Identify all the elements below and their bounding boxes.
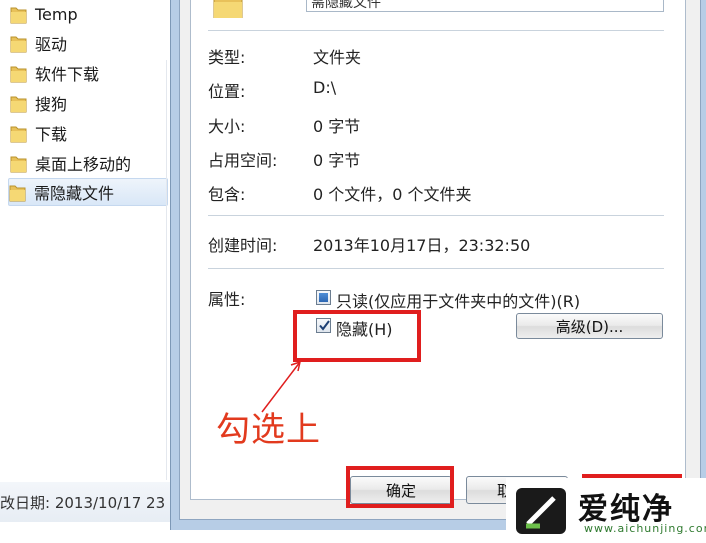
advanced-button[interactable]: 高级(D)... — [516, 313, 663, 339]
pane-divider — [166, 60, 167, 480]
location-label: 位置: — [208, 82, 246, 101]
size-label: 大小: — [208, 117, 246, 136]
size-value: 0 字节 — [313, 117, 361, 136]
brand-url: www.aichunjing.com — [584, 522, 706, 535]
folder-icon — [10, 66, 27, 82]
folder-large-icon — [213, 0, 243, 18]
folder-icon — [10, 126, 27, 142]
watermark: 爱纯净 www.aichunjing.com — [506, 478, 706, 543]
folder-icon — [10, 156, 27, 172]
folder-label: 软件下载 — [35, 65, 100, 84]
attributes-label: 属性: — [208, 290, 246, 309]
brand-logo-icon — [516, 488, 566, 534]
folder-label: 下载 — [35, 125, 68, 144]
readonly-label: 只读(仅应用于文件夹中的文件)(R) — [336, 292, 581, 311]
readonly-checkbox[interactable] — [316, 290, 331, 305]
type-value: 文件夹 — [313, 48, 362, 67]
type-label: 类型: — [208, 48, 246, 67]
folder-label: 搜狗 — [35, 95, 68, 114]
folder-label: 桌面上移动的 — [35, 155, 132, 174]
folder-label: 需隐藏文件 — [34, 184, 115, 203]
folder-icon — [10, 96, 27, 112]
folder-item-desktop-moved[interactable]: 桌面上移动的 — [10, 149, 168, 177]
explorer-nav-pane: Temp 驱动 软件下载 搜狗 下载 桌面上移动的 需隐藏文件 — [0, 0, 175, 543]
folder-icon — [10, 7, 27, 23]
ok-highlight-box — [346, 466, 454, 508]
folder-item-drivers[interactable]: 驱动 — [10, 29, 168, 57]
contains-label: 包含: — [208, 185, 246, 204]
location-value: D:\ — [313, 78, 337, 97]
folder-item-sogou[interactable]: 搜狗 — [10, 89, 168, 117]
details-status-bar: 改日期: 2013/10/17 23 — [0, 482, 180, 522]
hidden-highlight-box — [293, 310, 421, 362]
size-on-disk-value: 0 字节 — [313, 151, 361, 170]
folder-item-downloads[interactable]: 下载 — [10, 119, 168, 147]
modified-date-text: 改日期: 2013/10/17 23 — [0, 493, 166, 512]
size-on-disk-label: 占用空间: — [208, 151, 278, 170]
created-value: 2013年10月17日，23:32:50 — [313, 236, 531, 255]
folder-item-software-downloads[interactable]: 软件下载 — [10, 59, 168, 87]
folder-label: Temp — [35, 4, 78, 24]
folder-item-hidden-files[interactable]: 需隐藏文件 — [8, 178, 168, 206]
folder-label: 驱动 — [35, 35, 68, 54]
annotation-text: 勾选上 — [216, 410, 321, 450]
separator — [208, 215, 664, 216]
contains-value: 0 个文件，0 个文件夹 — [313, 185, 472, 204]
folder-item-temp[interactable]: Temp — [10, 0, 168, 28]
folder-icon — [9, 185, 26, 201]
separator — [208, 30, 664, 31]
folder-icon — [10, 36, 27, 52]
created-label: 创建时间: — [208, 236, 278, 255]
folder-name-field[interactable]: 需隐藏文件 — [306, 0, 664, 12]
separator — [208, 268, 664, 269]
